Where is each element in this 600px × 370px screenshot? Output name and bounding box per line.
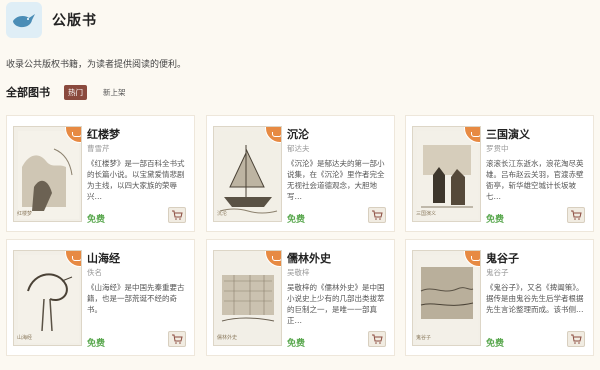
book-title[interactable]: 山海经 xyxy=(87,250,120,266)
book-description: 《鬼谷子》，又名《捭阖策》。据传是由鬼谷先生后学者根据先生言论整理而成。该书侧… xyxy=(486,283,584,314)
price-label: 免费 xyxy=(486,339,505,349)
cover-label: 沉沦 xyxy=(217,211,228,217)
book-title[interactable]: 鬼谷子 xyxy=(486,250,519,266)
bird-icon[interactable] xyxy=(6,2,42,38)
book-card-sanguoyanyi[interactable]: 三国演义 三国演义 罗贯中 滚滚长江东逝水，浪花淘尽英雄。吕布赵云关羽，官渡赤壁… xyxy=(405,115,594,232)
cart-icon xyxy=(571,334,582,344)
add-to-cart-button[interactable] xyxy=(567,331,585,347)
book-description: 《沉沦》是郁达夫的第一部小说集，在《沉沦》里作者完全无视社会道德观念，大胆地写… xyxy=(287,159,385,201)
book-card-hongloumeng[interactable]: 红楼梦 红楼梦 曹雪芹 《红楼梦》是一部百科全书式的长篇小说。以宝黛爱情悲剧为主… xyxy=(6,115,195,232)
book-cover[interactable]: 鬼谷子 xyxy=(412,250,481,346)
price-label: 免费 xyxy=(87,215,106,225)
add-to-cart-button[interactable] xyxy=(567,207,585,223)
app-header: 公版书 xyxy=(6,2,97,38)
cart-icon xyxy=(172,210,183,220)
price-label: 免费 xyxy=(87,339,106,349)
book-author[interactable]: 郁达夫 xyxy=(287,143,310,154)
book-description: 滚滚长江东逝水，浪花淘尽英雄。吕布赵云关羽，官渡赤壁衙亭，斩华雄空城计长坂坡七… xyxy=(486,159,584,201)
add-to-cart-button[interactable] xyxy=(368,331,386,347)
book-cover[interactable]: 三国演义 xyxy=(412,126,481,222)
filter-new-tab[interactable]: 新上架 xyxy=(99,85,130,100)
book-author[interactable]: 鬼谷子 xyxy=(486,267,509,278)
cart-icon xyxy=(372,334,383,344)
book-description: 《红楼梦》是一部百科全书式的长篇小说。以宝黛爱情悲剧为主线，以四大家族的荣辱兴… xyxy=(87,159,185,201)
book-author[interactable]: 罗贯中 xyxy=(486,143,509,154)
book-title[interactable]: 沉沦 xyxy=(287,126,309,142)
book-author[interactable]: 吴敬梓 xyxy=(287,267,310,278)
book-title[interactable]: 儒林外史 xyxy=(287,250,331,266)
page-title: 公版书 xyxy=(52,13,97,29)
book-author[interactable]: 曹雪芹 xyxy=(87,143,110,154)
cover-label: 儒林外史 xyxy=(217,335,238,341)
book-title[interactable]: 红楼梦 xyxy=(87,126,120,142)
book-description: 吴敬梓的《儒林外史》是中国小说史上少有的几部出类拔萃的巨制之一，是唯一一部真正… xyxy=(287,283,385,325)
add-to-cart-button[interactable] xyxy=(368,207,386,223)
book-cover[interactable]: 山海经 xyxy=(13,250,82,346)
cart-icon xyxy=(172,334,183,344)
cover-label: 三国演义 xyxy=(416,211,437,217)
book-cover[interactable]: 沉沦 xyxy=(213,126,282,222)
book-card-shanhaijing[interactable]: 山海经 山海经 佚名 《山海经》是中国先秦重要古籍，也是一部荒诞不经的奇书。 免… xyxy=(6,239,195,356)
filter-popular-tab[interactable]: 热门 xyxy=(64,84,87,100)
cover-label: 山海经 xyxy=(17,335,33,341)
book-author[interactable]: 佚名 xyxy=(87,267,102,278)
add-to-cart-button[interactable] xyxy=(168,331,186,347)
price-label: 免费 xyxy=(287,339,306,349)
book-title[interactable]: 三国演义 xyxy=(486,126,530,142)
price-label: 免费 xyxy=(287,215,306,225)
add-to-cart-button[interactable] xyxy=(168,207,186,223)
section-title: 全部图书 xyxy=(6,86,50,99)
book-card-rulinwaishi[interactable]: 儒林外史 儒林外史 吴敬梓 吴敬梓的《儒林外史》是中国小说史上少有的几部出类拔萃… xyxy=(206,239,395,356)
book-card-guiguzi[interactable]: 鬼谷子 鬼谷子 鬼谷子 《鬼谷子》，又名《捭阖策》。据传是由鬼谷先生后学者根据先… xyxy=(405,239,594,356)
cover-label: 鬼谷子 xyxy=(416,335,432,341)
price-label: 免费 xyxy=(486,215,505,225)
book-description: 《山海经》是中国先秦重要古籍，也是一部荒诞不经的奇书。 xyxy=(87,283,185,314)
book-card-chenlun[interactable]: 沉沦 沉沦 郁达夫 《沉沦》是郁达夫的第一部小说集，在《沉沦》里作者完全无视社会… xyxy=(206,115,395,232)
page-description: 收录公共版权书籍，为读者提供阅读的便利。 xyxy=(6,60,187,70)
book-cover[interactable]: 儒林外史 xyxy=(213,250,282,346)
book-cover[interactable]: 红楼梦 xyxy=(13,126,82,222)
cart-icon xyxy=(372,210,383,220)
cover-label: 红楼梦 xyxy=(17,211,33,217)
section-header: 全部图书 热门 新上架 xyxy=(6,84,130,100)
cart-icon xyxy=(571,210,582,220)
